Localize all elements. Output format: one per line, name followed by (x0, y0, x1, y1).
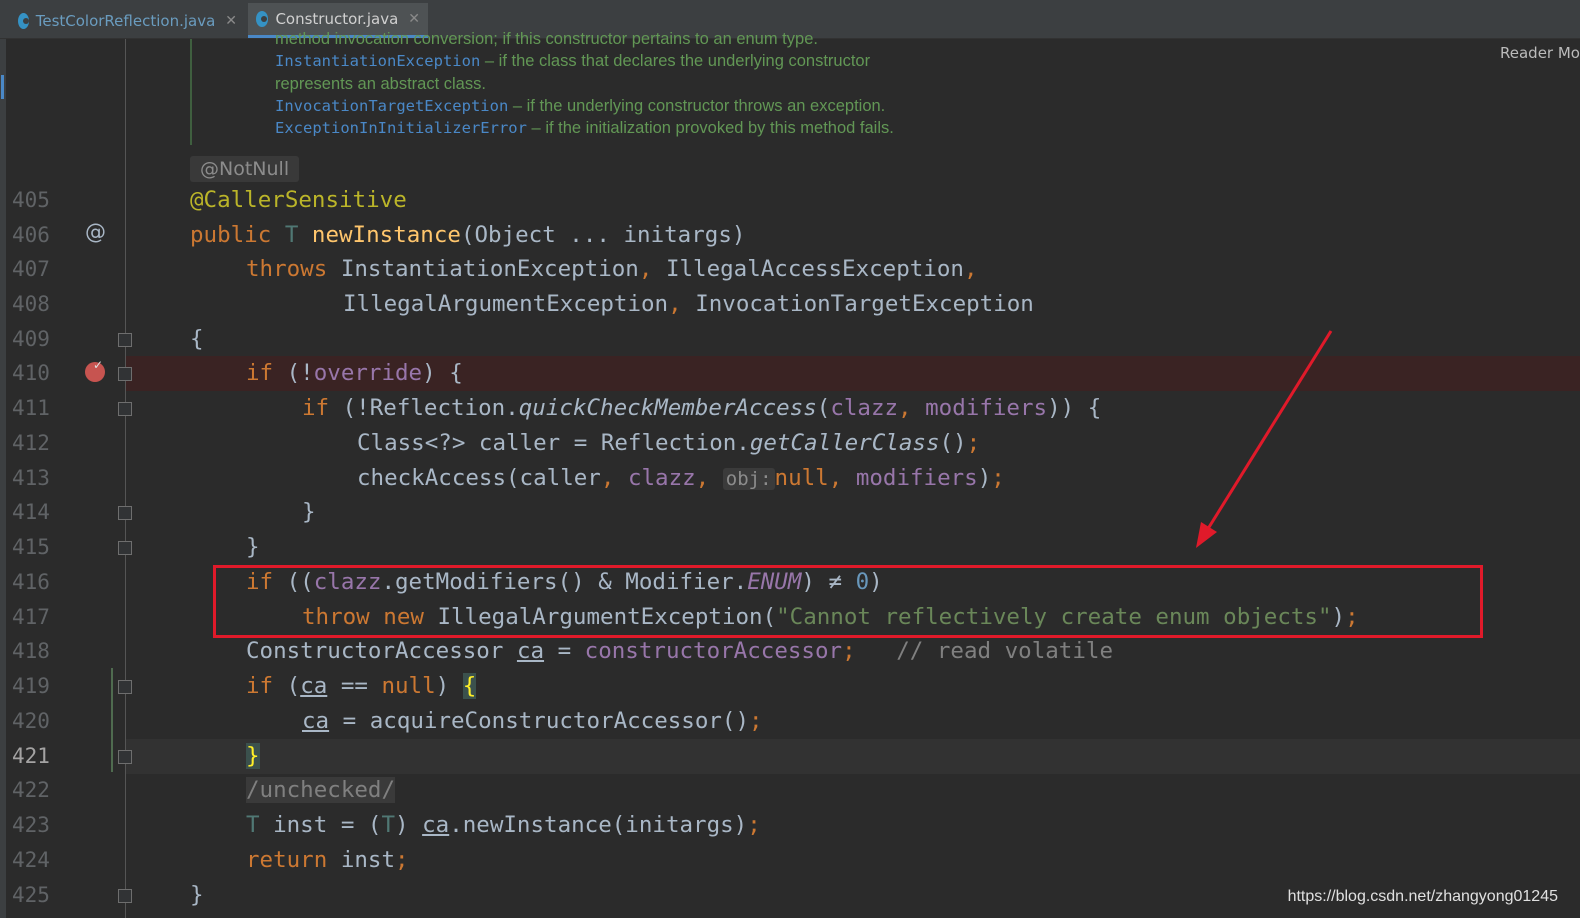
watermark: https://blog.csdn.net/zhangyong01245 (1287, 888, 1558, 905)
red-arrow-annotation (1196, 330, 1333, 548)
